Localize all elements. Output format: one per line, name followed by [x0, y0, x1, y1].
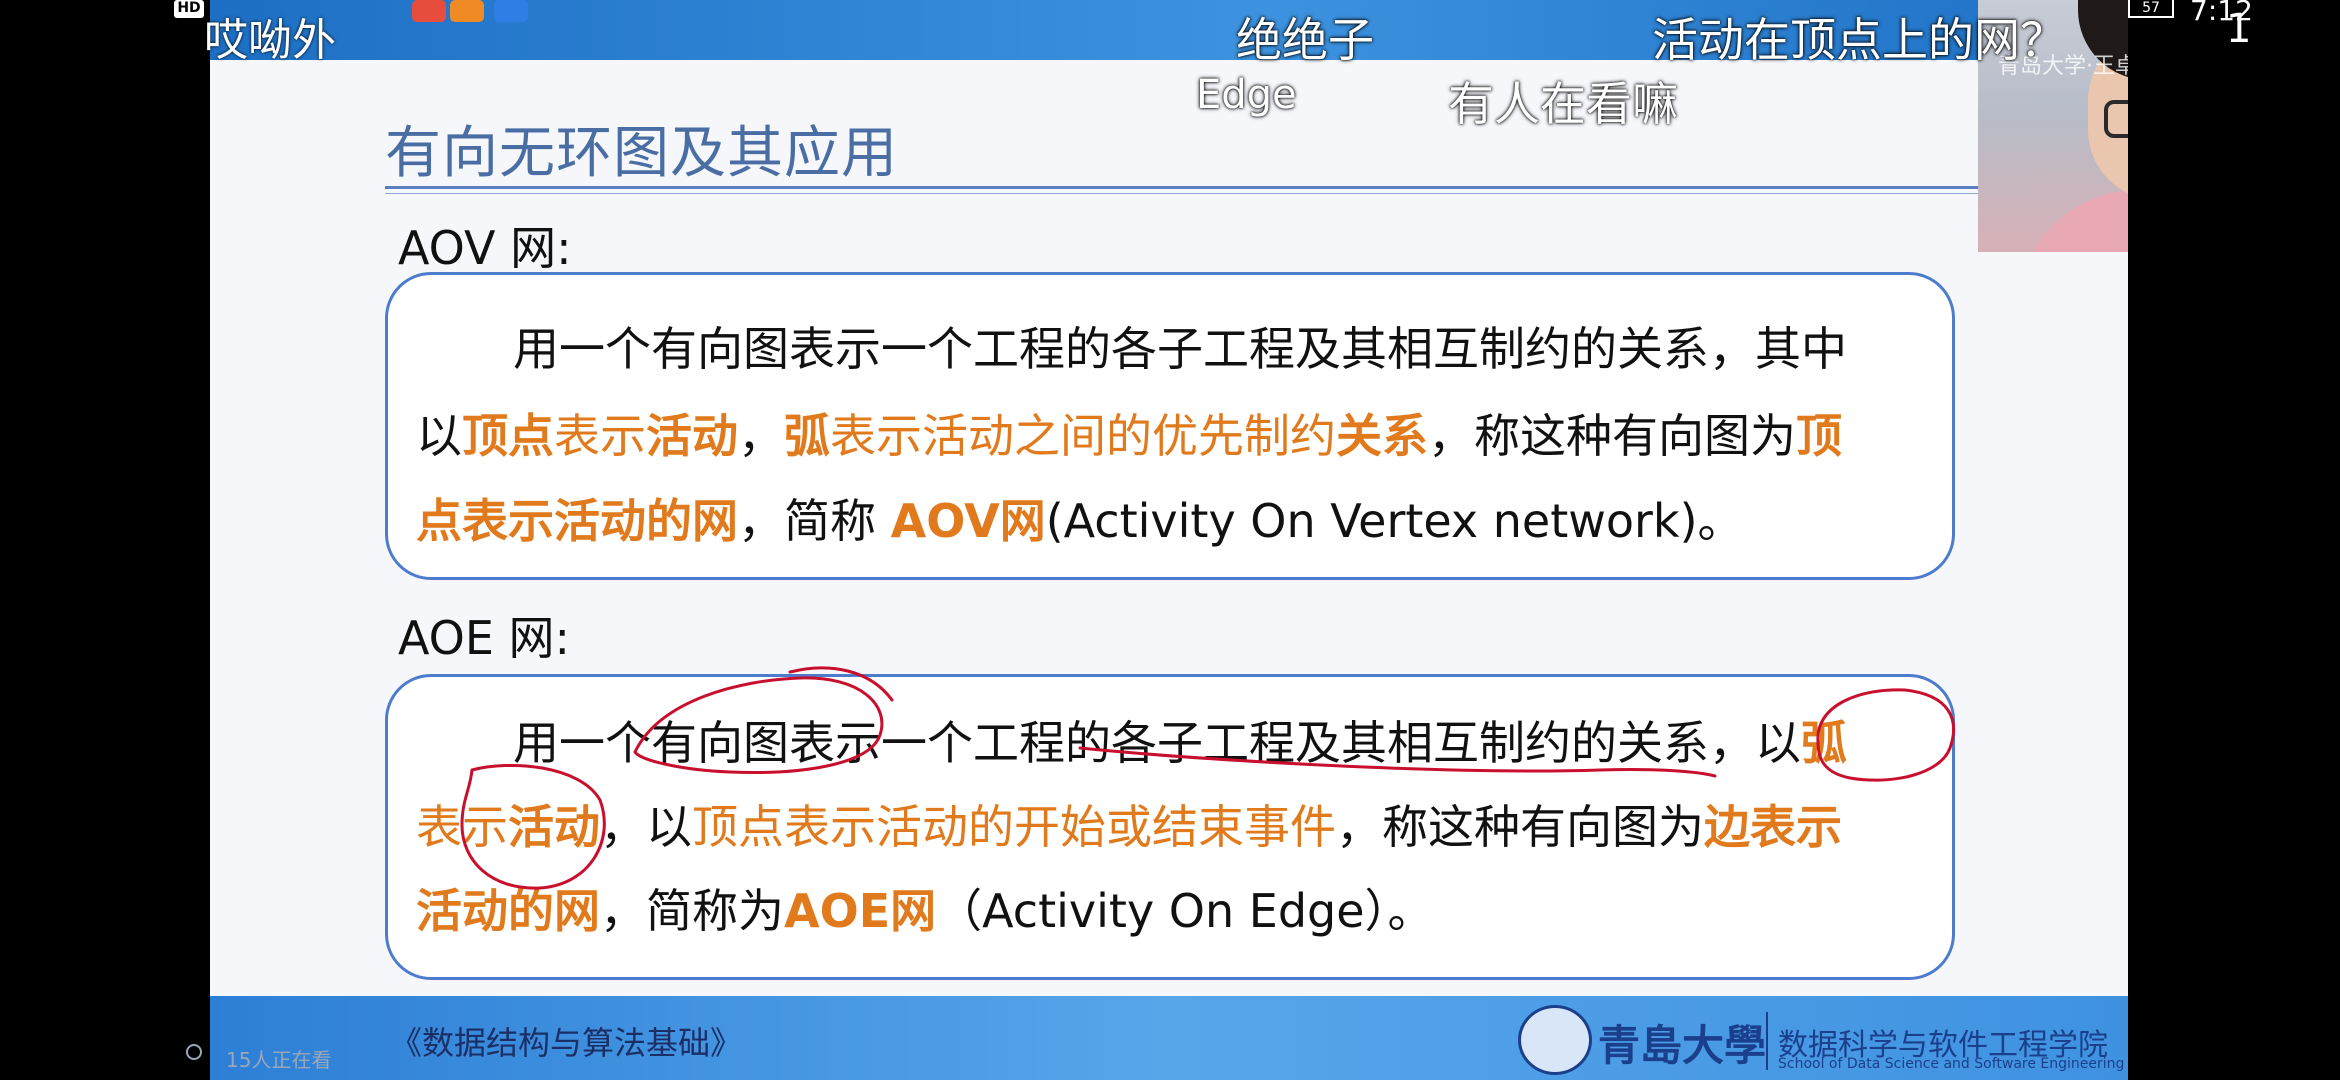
footer-divider [1766, 1012, 1768, 1070]
aoe-definition-box: 用一个有向图表示一个工程的各子工程及其相互制约的关系，以弧 表示活动，以顶点表示… [385, 674, 1955, 980]
bulb-app-icon [494, 0, 528, 22]
aoe-highlight: 顶点表示活动的开始或结束事件 [692, 800, 1336, 854]
aoe-highlight: AOE网 [784, 884, 937, 938]
aoe-highlight: 弧 [1801, 716, 1847, 770]
aoe-text: 用一个有向图表示一个工程的各子工程及其相互制约的关系， [513, 716, 1755, 770]
university-name: 青島大學 [1598, 1021, 1767, 1070]
university-logo-icon [1518, 1005, 1592, 1075]
aoe-highlight: 表示 [416, 800, 508, 854]
aoe-line-3: 活动的网，简称为AOE网（Activity On Edge）。 [388, 875, 1980, 941]
aov-text: ，称这种有向图为 [1428, 409, 1796, 463]
aoe-text: ，简称为 [600, 884, 784, 938]
aov-line-3: 点表示活动的网，简称 AOV网(Activity On Vertex netwo… [388, 485, 1980, 551]
title-underline-thin [385, 193, 1985, 194]
aoe-line-1: 用一个有向图表示一个工程的各子工程及其相互制约的关系，以弧 [388, 707, 2077, 773]
title-underline [385, 186, 1985, 189]
danmaku-comment: 有人在看嘛 [1448, 77, 1678, 131]
slide-title: 有向无环图及其应用 [385, 121, 898, 186]
aov-text: 用一个有向图表示一个工程的各子工程及其相互制约的关系，其中 [513, 322, 1847, 376]
aoe-highlight: 活动的网 [416, 884, 600, 938]
aoe-text: ，称这种有向图为 [1336, 800, 1704, 854]
aoe-text: ，以 [600, 800, 692, 854]
huawei-app-icon [412, 0, 446, 22]
webcam-glasses [2104, 100, 2128, 138]
aov-text: 以 [416, 409, 462, 463]
aoe-text: 以 [1755, 716, 1801, 770]
webcam-person-body [2018, 190, 2128, 252]
aoe-line-2: 表示活动，以顶点表示活动的开始或结束事件，称这种有向图为边表示 [388, 791, 1980, 857]
aoe-highlight: 活动 [508, 800, 600, 854]
aov-label: AOV 网: [398, 221, 572, 275]
aov-highlight: AOV网 [890, 494, 1046, 548]
aoe-highlight: 边表示 [1704, 800, 1842, 854]
aov-highlight: 活动 [646, 409, 738, 463]
aoe-label: AOE 网: [398, 611, 571, 665]
aov-highlight: 顶点 [462, 409, 554, 463]
course-name: 《数据结构与算法基础》 [390, 1024, 743, 1062]
hd-badge: HD [174, 0, 204, 18]
aov-line-2: 以顶点表示活动，弧表示活动之间的优先制约关系，称这种有向图为顶 [388, 400, 1980, 466]
aov-text: ，简称 [738, 494, 891, 548]
aov-text: (Activity On Vertex network)。 [1045, 494, 1744, 548]
aov-definition-box: 用一个有向图表示一个工程的各子工程及其相互制约的关系，其中 以顶点表示活动，弧表… [385, 272, 1955, 580]
aov-highlight: 弧 [784, 409, 830, 463]
danmaku-comment: Edge [1196, 72, 1297, 118]
aov-highlight: 关系 [1336, 409, 1428, 463]
danmaku-comment: 哎呦外 [204, 15, 336, 66]
viewer-count: 15人正在看 [226, 1048, 332, 1072]
danmaku-comment: 绝绝子 [1236, 13, 1374, 67]
play-app-icon [450, 0, 484, 22]
aov-line-1: 用一个有向图表示一个工程的各子工程及其相互制约的关系，其中 [388, 313, 2077, 379]
aov-highlight: 点表示活动的网 [416, 494, 738, 548]
aov-text: ， [738, 409, 784, 463]
aov-highlight: 表示 [554, 409, 646, 463]
aov-highlight: 表示活动之间的优先制约 [830, 409, 1336, 463]
aoe-text: （Activity On Edge）。 [936, 884, 1434, 938]
danmaku-comment: 活动在顶点上的网？ [1652, 13, 2066, 67]
lecture-slide: 有向无环图及其应用 AOV 网: 用一个有向图表示一个工程的各子工程及其相互制约… [210, 0, 2128, 1080]
battery-icon: 57 [2128, 0, 2174, 18]
viewer-count-icon [186, 1044, 202, 1060]
page-indicator: 1 [2226, 6, 2252, 52]
aov-highlight: 顶 [1796, 409, 1842, 463]
school-name-en: School of Data Science and Software Engi… [1778, 1056, 2125, 1072]
